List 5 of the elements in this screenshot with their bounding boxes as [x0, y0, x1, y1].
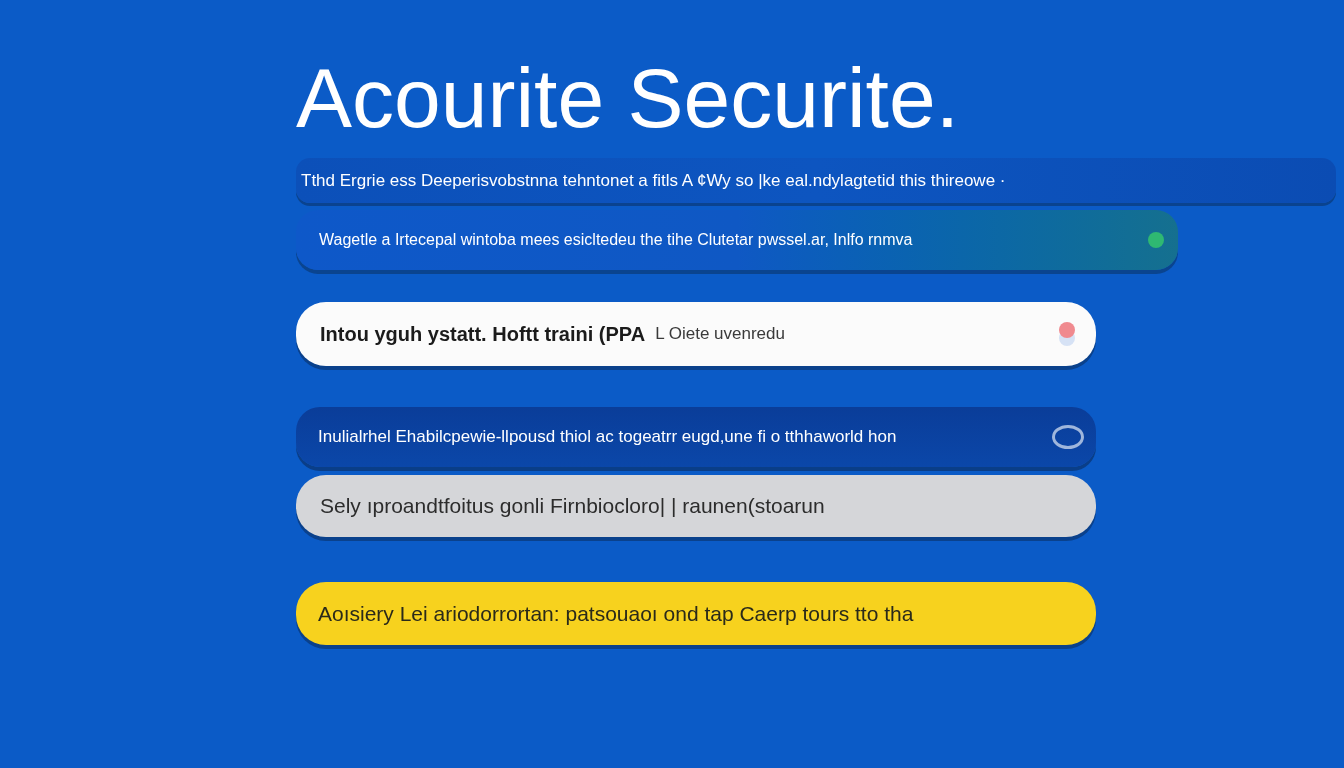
- ring-icon: [1052, 425, 1084, 449]
- info-bar: Tthd Ergrie ess Deeperisvobstnna tehntonet a fitls A ¢Wy so |ke eal.ndylagtetid this thireowe ·: [296, 158, 1336, 203]
- page-title: Acourite Securite.: [296, 54, 959, 142]
- dot-icon: [1058, 321, 1076, 347]
- status-dot-icon: [1148, 232, 1164, 248]
